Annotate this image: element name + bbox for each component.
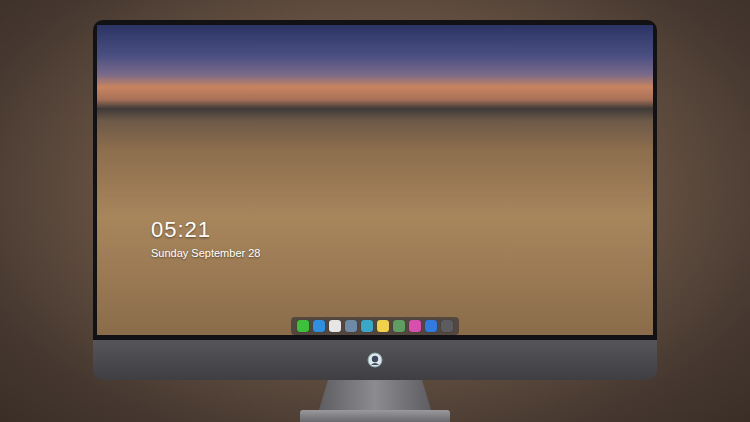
app-icon[interactable] <box>377 320 389 332</box>
app-icon[interactable] <box>297 320 309 332</box>
app-icon[interactable] <box>409 320 421 332</box>
desktop-mockup: 05:21 Sunday September 28 <box>0 0 750 422</box>
app-icon[interactable] <box>361 320 373 332</box>
logo-icon <box>367 352 383 368</box>
app-icon[interactable] <box>313 320 325 332</box>
monitor-bezel: 05:21 Sunday September 28 <box>93 20 657 340</box>
app-icon[interactable] <box>345 320 357 332</box>
screen: 05:21 Sunday September 28 <box>97 25 653 335</box>
app-icon[interactable] <box>425 320 437 332</box>
lock-clock: 05:21 Sunday September 28 <box>97 218 653 260</box>
app-icon[interactable] <box>329 320 341 332</box>
monitor-stand <box>319 380 431 410</box>
clock-time: 05:21 <box>151 218 653 241</box>
app-icon[interactable] <box>393 320 405 332</box>
clock-date: Sunday September 28 <box>151 247 653 260</box>
app-icon[interactable] <box>441 320 453 332</box>
monitor-foot <box>300 410 450 422</box>
monitor-chin <box>93 340 657 380</box>
dock <box>291 317 459 335</box>
